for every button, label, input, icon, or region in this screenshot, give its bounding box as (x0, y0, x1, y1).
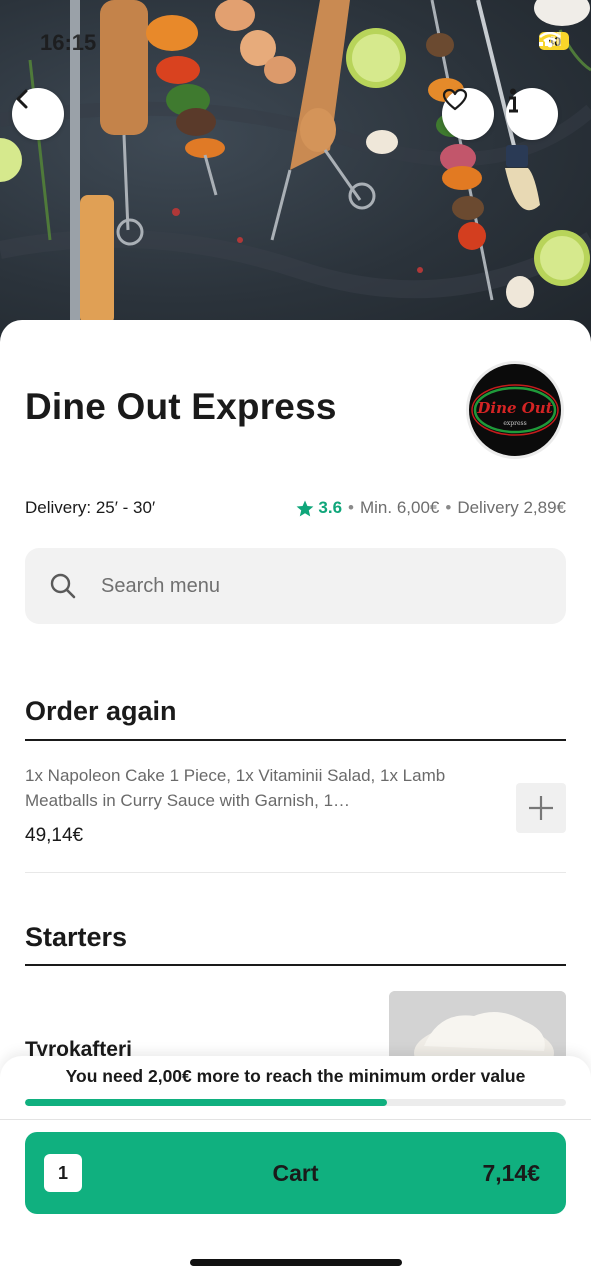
order-again-description[interactable]: 1x Napoleon Cake 1 Piece, 1x Vitaminii S… (25, 763, 465, 813)
search-icon (50, 573, 76, 599)
status-bar: 16:15 40 (0, 0, 591, 80)
status-time: 16:15 (40, 30, 97, 55)
delivery-fee: Delivery 2,89€ (457, 498, 566, 517)
minimum-order-message: You need 2,00€ more to reach the minimum… (65, 1066, 526, 1086)
minimum-order-progress (25, 1099, 566, 1106)
restaurant-logo: Dine Out express (466, 361, 564, 459)
home-indicator[interactable] (190, 1259, 402, 1266)
search-input[interactable]: Search menu (25, 548, 566, 624)
cart-button[interactable]: 1 Cart 7,14€ (25, 1132, 566, 1214)
section-underline (25, 964, 566, 966)
restaurant-meta: Delivery: 25′ - 30′ 3.6 • Min. 6,00€ • D… (25, 498, 566, 518)
favorite-button[interactable] (442, 88, 494, 140)
info-icon (509, 88, 518, 113)
progress-fill (25, 1099, 388, 1106)
search-placeholder: Search menu (101, 574, 220, 597)
hero-image: 16:15 40 (0, 0, 591, 345)
divider (25, 872, 566, 873)
status-icons: 40 (539, 32, 569, 50)
chevron-left-icon (16, 89, 28, 109)
star-icon (296, 500, 314, 516)
logo-subtext: express (503, 420, 526, 427)
heart-icon (442, 88, 468, 111)
wifi-icon (539, 32, 561, 48)
delivery-time: Delivery: 25′ - 30′ (25, 498, 156, 517)
order-again-title: Order again (25, 696, 177, 726)
back-button[interactable] (12, 88, 64, 140)
reorder-add-button[interactable] (516, 783, 566, 833)
rating[interactable]: 3.6 (296, 498, 342, 518)
separator: • (348, 498, 354, 517)
divider (0, 1119, 591, 1120)
info-button[interactable] (506, 88, 558, 140)
min-order: Min. 6,00€ (359, 498, 440, 517)
logo-text: Dine Out (476, 399, 552, 417)
restaurant-stats: 3.6 • Min. 6,00€ • Delivery 2,89€ (296, 498, 566, 518)
restaurant-logo-image: Dine Out express (471, 384, 559, 436)
starters-title: Starters (25, 922, 128, 952)
section-underline (25, 739, 566, 741)
cart-total: 7,14€ (482, 1159, 540, 1186)
rating-value: 3.6 (318, 498, 343, 517)
plus-icon (529, 796, 553, 820)
restaurant-name: Dine Out Express (25, 386, 337, 427)
cart-count-badge: 1 (44, 1154, 82, 1192)
order-again-price: 49,14€ (25, 825, 84, 846)
separator: • (445, 498, 452, 517)
